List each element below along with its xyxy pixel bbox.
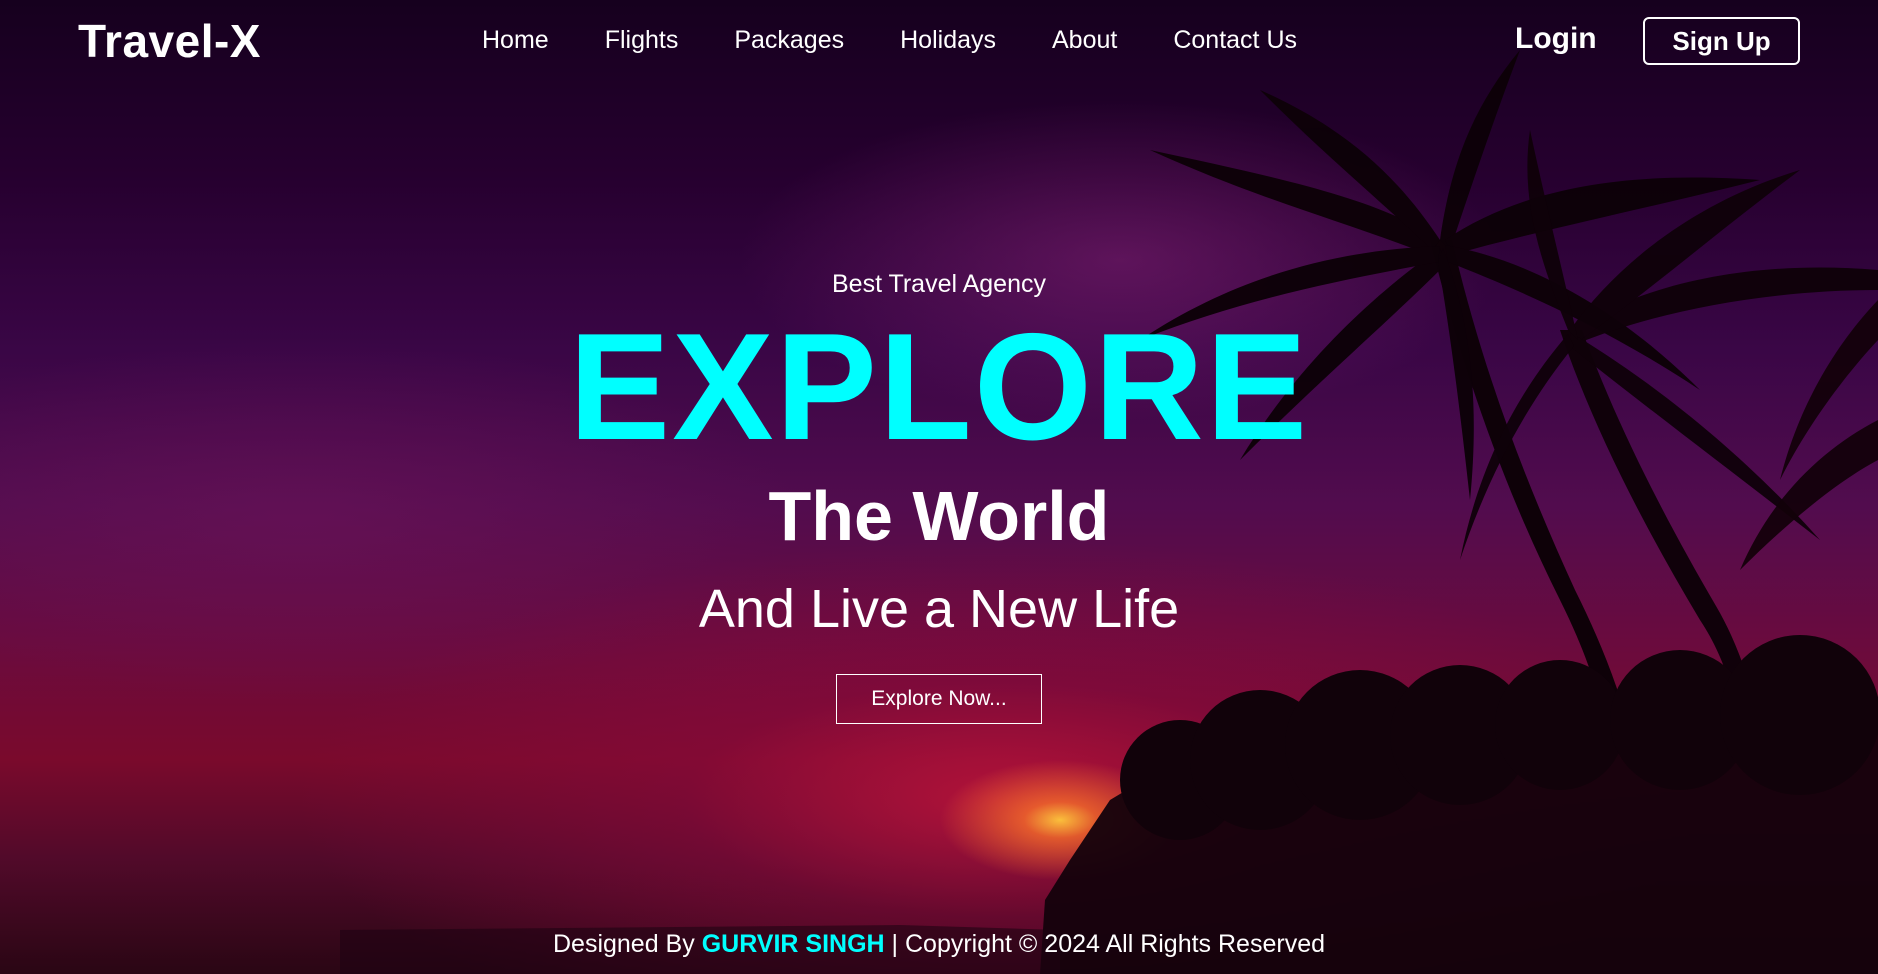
header: Travel-X Home Flights Packages Holidays … [0,0,1878,84]
logo[interactable]: Travel-X [78,14,261,68]
hero-subheadline: The World [768,477,1110,555]
signup-button[interactable]: Sign Up [1643,17,1800,65]
nav-contact-us[interactable]: Contact Us [1173,26,1297,55]
nav-home[interactable]: Home [482,26,549,55]
footer-prefix: Designed By [552,930,702,958]
hero-line3: And Live a New Life [698,579,1180,639]
nav-flights[interactable]: Flights [605,26,679,55]
explore-now-button[interactable]: Explore Now... [836,674,1042,724]
cta-container: Explore Now... [0,674,1878,724]
main-nav: Home Flights Packages Holidays About Con… [482,26,1353,55]
nav-about[interactable]: About [1052,26,1117,55]
footer-author: GURVIR SINGH [701,930,885,958]
page: Travel-X Home Flights Packages Holidays … [0,0,1878,974]
nav-holidays[interactable]: Holidays [900,26,996,55]
footer: Designed By GURVIR SINGH | Copyright © 2… [0,930,1878,959]
nav-packages[interactable]: Packages [734,26,844,55]
hero-tagline: Best Travel Agency [831,270,1046,298]
footer-copyright: | Copyright © 2024 All Rights Reserved [884,930,1325,958]
login-button[interactable]: Login [1515,22,1597,56]
hero-headline: EXPLORE [568,302,1310,472]
